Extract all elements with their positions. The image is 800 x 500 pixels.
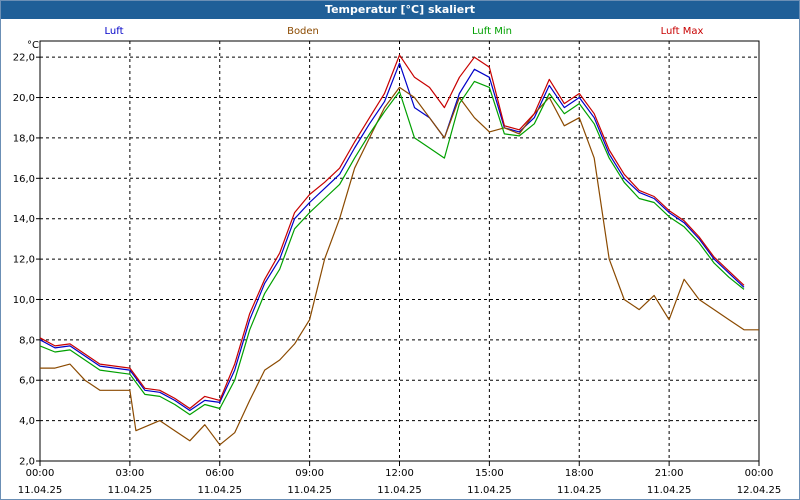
x-tick-time-label: 00:00	[745, 468, 774, 479]
y-tick-label: 20,0	[13, 93, 35, 104]
x-axis: 00:00 11.04.25 03:00 11.04.25 06:00 11.04.25 0…	[18, 461, 782, 496]
y-axis: 2,0 4,0 6,0 8,0 10,0 12,0 14,0 16,0 18,0 20,0 22,0	[13, 53, 40, 468]
y-tick-label: 8,0	[19, 335, 35, 346]
y-tick-label: 2,0	[19, 457, 35, 468]
y-tick-label: 22,0	[13, 53, 35, 64]
y-tick-label: 4,0	[19, 416, 35, 427]
x-tick-date-label: 11.04.25	[197, 485, 242, 496]
x-tick-time-label: 03:00	[115, 468, 144, 479]
x-tick-date-label: 11.04.25	[377, 485, 422, 496]
grid	[40, 41, 759, 462]
temperature-chart: 2,0 4,0 6,0 8,0 10,0 12,0 14,0 16,0 18,0 20,0 22,0…	[13, 26, 782, 496]
y-tick-label: 6,0	[19, 376, 35, 387]
legend-item-luft-min: Luft Min	[472, 26, 512, 37]
legend-item-boden: Boden	[287, 26, 319, 37]
x-tick-date-label: 11.04.25	[557, 485, 602, 496]
y-axis-unit-label: °C	[27, 40, 39, 51]
y-tick-label: 14,0	[13, 214, 35, 225]
x-tick-time-label: 09:00	[295, 468, 324, 479]
x-tick-time-label: 18:00	[565, 468, 594, 479]
x-tick-time-label: 06:00	[205, 468, 234, 479]
x-tick-time-label: 15:00	[475, 468, 504, 479]
x-tick-time-label: 21:00	[655, 468, 684, 479]
legend: Luft Boden Luft Min Luft Max	[105, 26, 704, 37]
legend-item-luft: Luft	[105, 26, 124, 37]
x-tick-date-label: 11.04.25	[467, 485, 512, 496]
y-tick-label: 10,0	[13, 295, 35, 306]
y-tick-label: 18,0	[13, 133, 35, 144]
series-line-luft	[39, 62, 745, 412]
y-tick-label: 12,0	[13, 255, 35, 266]
x-tick-date-label: 11.04.25	[287, 485, 332, 496]
series-line-luft-max	[39, 54, 745, 410]
x-tick-date-label: 12.04.25	[737, 485, 782, 496]
x-tick-time-label: 12:00	[385, 468, 414, 479]
y-tick-label: 16,0	[13, 174, 35, 185]
x-tick-time-label: 00:00	[26, 468, 55, 479]
series-line-luft-min	[39, 80, 745, 416]
x-tick-date-label: 11.04.25	[108, 485, 153, 496]
x-tick-date-label: 11.04.25	[18, 485, 63, 496]
legend-item-luft-max: Luft Max	[661, 26, 704, 37]
x-tick-date-label: 11.04.25	[647, 485, 692, 496]
